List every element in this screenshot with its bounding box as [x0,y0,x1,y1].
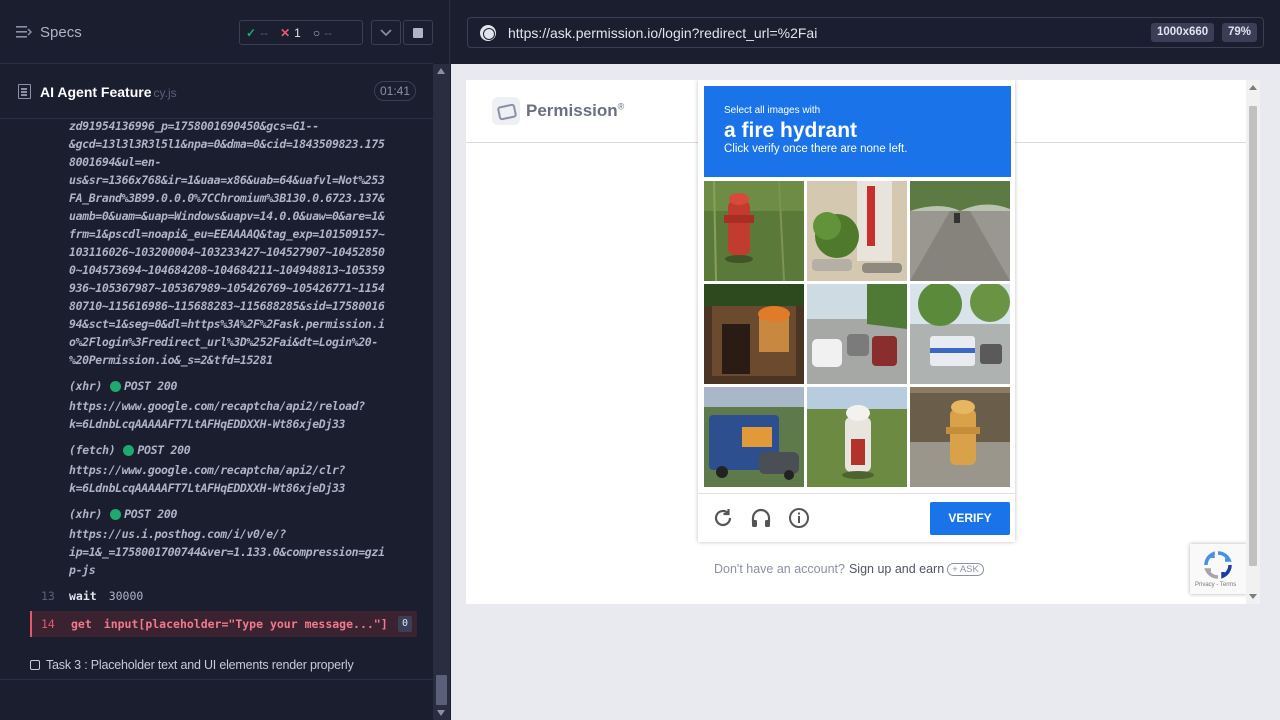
recaptcha-terms[interactable]: Privacy - Terms [1195,582,1236,588]
command-arg: 30000 [108,589,144,603]
command-name: get [71,617,92,631]
passed-count: -- [260,25,269,40]
pending-count: -- [324,25,333,40]
reporter-options-button[interactable] [371,20,401,45]
info-icon[interactable] [787,506,811,530]
command-name: wait [69,589,97,603]
command-wait[interactable]: 13 wait 30000 [30,583,417,609]
instruction-sub: Click verify once there are none left. [724,143,908,155]
pending-icon: ○ [312,25,321,40]
command-log: zd91954136996_p=1758001690450&gcs=G1-- &… [0,120,433,680]
scroll-thumb[interactable] [436,675,447,705]
app-preview-panel: https://ask.permission.io/login?redirect… [451,0,1280,720]
specs-header: Specs ✓ -- ✕ 1 ○ -- [0,0,433,64]
check-icon: ✓ [246,25,257,40]
signup-link[interactable]: Sign up and earn [849,562,944,576]
log-request-url: https://www.google.com/recaptcha/api2/cl… [69,463,346,495]
captcha-tile-6[interactable] [910,284,1010,384]
specs-title[interactable]: Specs [40,24,82,41]
spec-duration: 01:41 [374,81,416,101]
command-get-failed[interactable]: 14 get input[placeholder="Type your mess… [30,611,417,637]
file-icon [18,84,31,99]
pending-stat: ○ -- [307,26,338,40]
failed-count: 1 [294,25,301,40]
log-request-url: https://www.google.com/recaptcha/api2/re… [69,399,365,431]
command-number: 13 [41,589,55,603]
x-icon: ✕ [280,25,291,40]
permission-logo-icon [492,97,520,125]
task-label: Task 3 : Placeholder text and UI element… [46,658,354,672]
viewport-size-badge[interactable]: 1000x660 [1151,23,1215,42]
globe-icon [480,25,496,41]
task-item[interactable]: Task 3 : Placeholder text and UI element… [30,658,354,672]
scroll-down-icon[interactable] [1249,594,1257,599]
failed-stat: ✕ 1 [274,26,307,40]
command-number: 14 [41,617,55,631]
task-checkbox[interactable] [30,660,40,670]
captcha-tile-9[interactable] [910,387,1010,487]
scroll-up-icon[interactable] [1249,85,1257,90]
brand-registered-mark: ® [617,101,625,112]
captcha-tile-7[interactable] [704,387,804,487]
passed-stat: ✓ -- [240,26,274,40]
spec-file-ext: cy.js [153,86,177,100]
test-stats: ✓ -- ✕ 1 ○ -- [239,20,363,45]
element-count-badge: 0 [398,616,412,632]
chevron-down-icon [380,28,392,36]
spec-file-name: AI Agent Feature cy.js [40,84,177,100]
headphones-icon[interactable] [749,506,773,530]
specs-menu-icon[interactable] [16,25,32,39]
captcha-tile-4[interactable] [704,284,804,384]
captcha-tile-5[interactable] [807,284,907,384]
page-scrollbar[interactable] [1246,80,1260,604]
stop-icon [413,27,423,38]
spec-file-row[interactable]: AI Agent Feature cy.js [0,65,433,119]
reload-icon[interactable] [711,506,735,530]
aut-iframe: Permission® Don't have an account? Sign … [466,80,1260,604]
log-request-xhr-reload[interactable]: (xhr) POST 200 [69,377,177,395]
captcha-tile-8[interactable] [807,387,907,487]
recaptcha-badge[interactable]: Privacy - Terms [1190,544,1248,594]
log-scrollbar[interactable] [433,64,450,720]
scroll-thumb[interactable] [1249,106,1257,566]
log-request-fetch-clr[interactable]: (fetch) POST 200 [69,441,191,459]
log-request-url: https://us.i.posthog.com/i/v0/e/? ip=1&_… [69,527,385,577]
captcha-tile-3[interactable] [910,181,1010,281]
recaptcha-challenge: Select all images with a fire hydrant Cl… [698,80,1015,542]
brand-name: Permission® [526,101,625,120]
ask-token-pill: + ASK [947,562,984,576]
status-dot-icon [110,508,122,520]
scroll-up-icon[interactable] [437,68,445,74]
log-request-url: zd91954136996_p=1758001690450&gcs=G1-- &… [69,120,385,367]
cypress-runner-panel: Specs ✓ -- ✕ 1 ○ -- AI Agent Feature cy.… [0,0,450,720]
signup-prompt: Don't have an account? Sign up and earn … [714,562,984,576]
url-header: https://ask.permission.io/login?redirect… [451,0,1280,64]
scroll-down-icon[interactable] [437,710,445,716]
zoom-badge[interactable]: 79% [1222,23,1258,42]
captcha-instructions: Select all images with a fire hydrant Cl… [704,86,1011,177]
url-text: https://ask.permission.io/login?redirect… [508,25,818,41]
stop-button[interactable] [403,20,433,45]
captcha-footer: VERIFY [698,493,1015,542]
instruction-target: a fire hydrant [724,119,858,142]
divider [0,679,433,680]
verify-button[interactable]: VERIFY [930,502,1010,535]
url-bar[interactable]: https://ask.permission.io/login?redirect… [467,17,1264,48]
command-arg: input[placeholder="Type your message..."… [103,617,388,631]
status-dot-icon [123,444,135,456]
captcha-tile-1[interactable] [704,181,804,281]
status-dot-icon [110,380,122,392]
instruction-small: Select all images with [724,105,821,116]
captcha-tile-2[interactable] [807,181,907,281]
recaptcha-logo-icon [1204,551,1232,579]
log-request-xhr-posthog[interactable]: (xhr) POST 200 [69,505,177,523]
